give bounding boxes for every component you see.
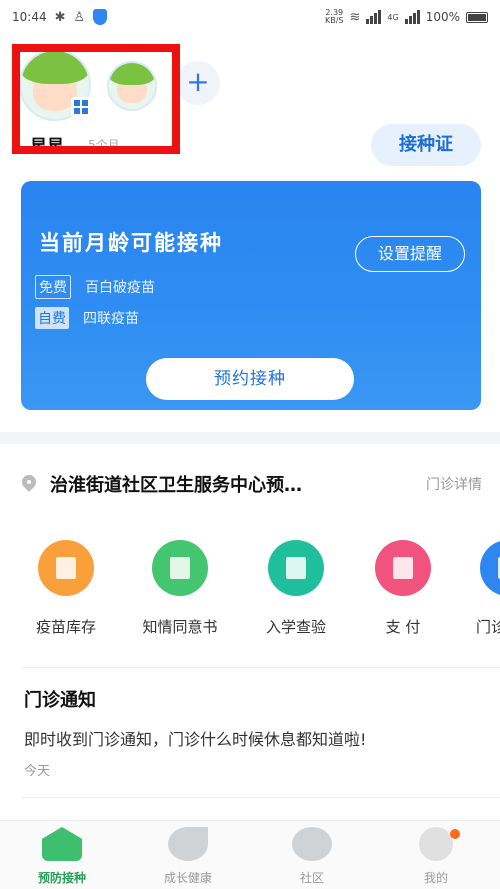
battery-icon (466, 11, 488, 23)
paid-tag: 自费 (35, 307, 69, 329)
notification-dot (450, 829, 460, 839)
notice-title: 门诊通知 (24, 690, 96, 711)
status-time: 10:44 (12, 10, 47, 24)
nav-prevention[interactable]: 预防接种 (12, 827, 112, 886)
nav-community[interactable]: 社区 (262, 827, 362, 886)
leaf-icon (168, 827, 208, 861)
clinic-detail-link[interactable]: 门诊详情 (426, 474, 482, 494)
vaccine-name: 四联疫苗 (83, 311, 139, 327)
notice-body[interactable]: 即时收到门诊通知，门诊什么时候休息都知道啦! (24, 726, 366, 750)
planet-icon (292, 827, 332, 861)
qq-icon: ♙ (73, 9, 86, 25)
profile-icon (419, 827, 453, 861)
certificate-button[interactable]: 接种证 (371, 124, 481, 166)
nav-label: 我的 (423, 871, 448, 885)
feature-consent-form[interactable]: 知情同意书 (125, 540, 235, 637)
feature-label: 入学查验 (265, 618, 326, 636)
nav-label: 预防接种 (37, 871, 86, 885)
divider (22, 797, 500, 798)
document-icon (152, 540, 208, 596)
inventory-icon (38, 540, 94, 596)
signal-icon (366, 10, 382, 24)
section-divider (0, 432, 500, 444)
wifi-icon: ≋ (349, 9, 361, 25)
card-icon (375, 540, 431, 596)
nav-growth[interactable]: 成长健康 (138, 827, 238, 886)
feature-grid: 疫苗库存 知情同意书 入学查验 支 付 门诊 (0, 540, 500, 640)
net-speed: 2.39 KB/S (324, 8, 344, 25)
feature-school-check[interactable]: 入学查验 (241, 540, 351, 637)
checklist-icon (268, 540, 324, 596)
add-baby-button[interactable]: + (176, 61, 220, 105)
feature-label: 支 付 (385, 618, 421, 636)
nav-label: 社区 (299, 871, 324, 885)
feature-label: 门诊 (476, 618, 500, 636)
notice-date: 今天 (24, 764, 51, 779)
bluetooth-icon: ✱ (54, 9, 66, 25)
vaccine-row: 自费 四联疫苗 (35, 307, 139, 329)
nav-mine[interactable]: 我的 (386, 827, 486, 886)
divider (22, 667, 500, 668)
feature-label: 疫苗库存 (35, 618, 96, 636)
battery-percent: 100% (425, 10, 460, 24)
bottom-nav: 预防接种 成长健康 社区 我的 (0, 820, 500, 889)
signal-icon-2 (404, 10, 420, 24)
set-reminder-button[interactable]: 设置提醒 (355, 236, 465, 272)
feature-label: 知情同意书 (142, 618, 218, 636)
shield-icon (93, 9, 108, 25)
clinic-name: 治淮街道社区卫生服务中心预… (50, 475, 302, 496)
vaccine-card: 当前月龄可能接种 设置提醒 免费 百白破疫苗 自费 四联疫苗 预约接种 (21, 181, 481, 410)
free-tag: 免费 (35, 275, 71, 299)
feature-clinic[interactable]: 门诊 (456, 540, 500, 637)
house-icon (42, 827, 82, 861)
status-bar: 10:44 ✱ ♙ 2.39 KB/S ≋ 4G 100% (0, 0, 500, 34)
card-title: 当前月龄可能接种 (39, 231, 223, 255)
highlight-box (12, 44, 180, 154)
clinic-icon (480, 540, 500, 596)
book-vaccination-button[interactable]: 预约接种 (146, 358, 354, 400)
vaccine-row: 免费 百白破疫苗 (35, 275, 155, 299)
feature-vaccine-stock[interactable]: 疫苗库存 (11, 540, 121, 637)
location-pin-icon (22, 475, 36, 493)
vaccine-name: 百白破疫苗 (85, 280, 155, 296)
network-type: 4G (387, 12, 399, 22)
nav-label: 成长健康 (163, 871, 212, 885)
clinic-row[interactable]: 治淮街道社区卫生服务中心预… 门诊详情 (22, 470, 482, 498)
feature-payment[interactable]: 支 付 (348, 540, 458, 637)
